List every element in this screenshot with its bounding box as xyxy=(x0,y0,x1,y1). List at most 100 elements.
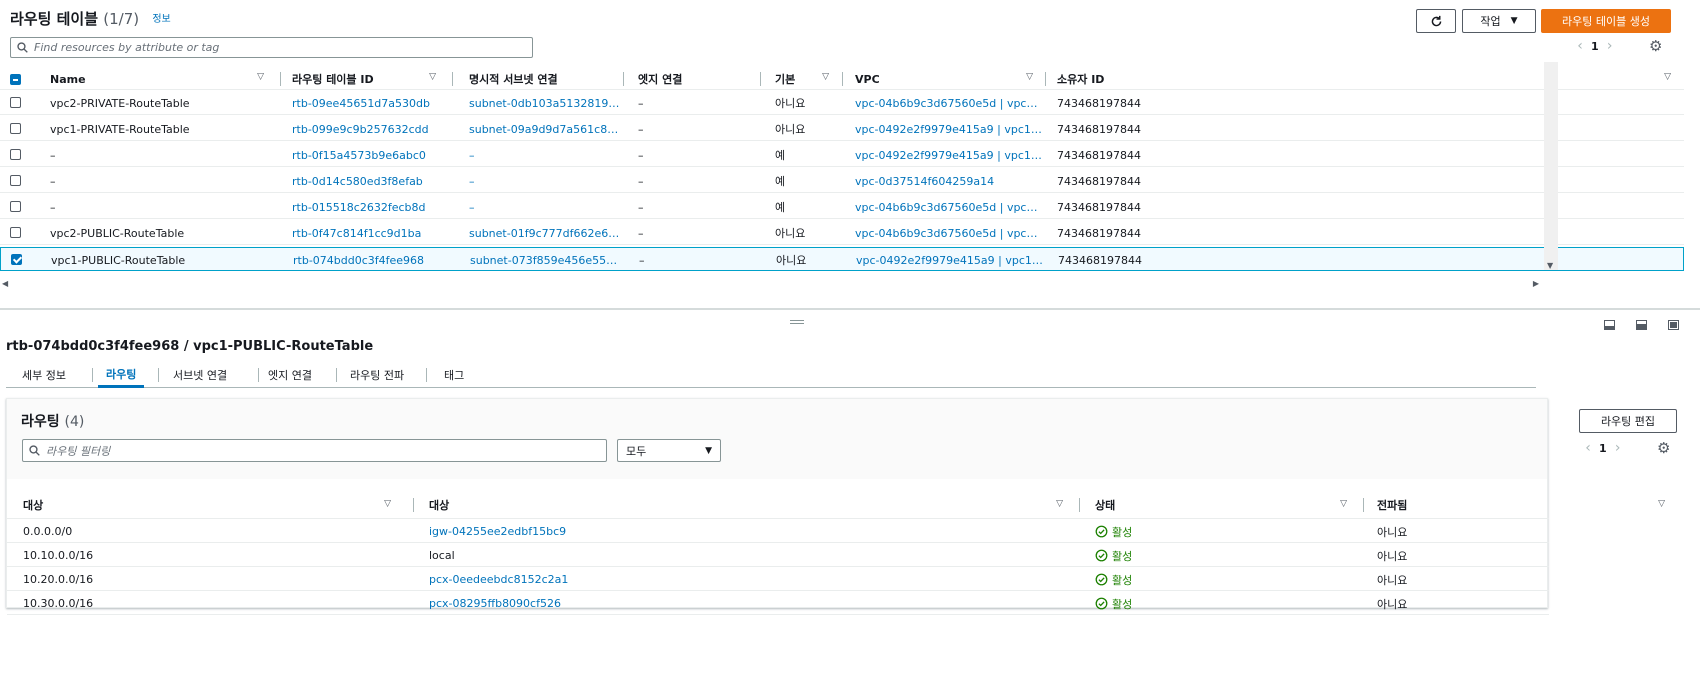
cell-owner: 743468197844 xyxy=(1057,148,1141,162)
route-filter-input[interactable]: 라우팅 필터링 xyxy=(22,439,607,462)
col-header-name[interactable]: Name ▽ xyxy=(50,68,276,90)
cell-vpc[interactable]: vpc-0492e2f9979e415a9 | vpc1… xyxy=(855,117,1043,141)
row-checkbox[interactable] xyxy=(10,149,21,160)
cell-id[interactable]: rtb-015518c2632fecb8d xyxy=(292,195,448,219)
sort-icon: ▽ xyxy=(257,72,264,82)
cell-subnet[interactable]: – xyxy=(469,195,619,219)
settings-gear-icon[interactable]: ⚙ xyxy=(1657,439,1670,457)
col-header-destination[interactable]: 대상 ▽ xyxy=(23,491,403,519)
prev-page-icon[interactable]: ‹ xyxy=(1569,38,1591,54)
cell-vpc[interactable]: vpc-04b6b9c3d67560e5d | vpc… xyxy=(855,91,1043,115)
table-row[interactable]: – rtb-0f15a4573b9e6abc0– – 예 vpc-0492e2f9979… xyxy=(0,143,1684,167)
cell-vpc[interactable]: vpc-04b6b9c3d67560e5d | vpc… xyxy=(855,195,1043,219)
col-header-target[interactable]: 대상 ▽ xyxy=(429,491,1075,519)
cell-target[interactable]: pcx-08295ffb8090cf526 xyxy=(429,592,1069,615)
prev-page-icon[interactable]: ‹ xyxy=(1577,440,1599,456)
cell-propagated: 아니요 xyxy=(1377,525,1408,539)
view-full-icon[interactable] xyxy=(1668,320,1679,330)
cell-id[interactable]: rtb-074bdd0c3f4fee968 xyxy=(293,248,449,272)
table-row[interactable]: – rtb-015518c2632fecb8d – – 예 vpc-04b6b9c3d67… xyxy=(0,195,1684,219)
cell-subnet[interactable]: – xyxy=(469,169,619,193)
routes-table: 대상 ▽ 대상 ▽ 상태 ▽ 전파됨 ▽ 0.0.0.0/0 igw-04255ee2ed… xyxy=(7,491,1665,615)
tab-details[interactable]: 세부 정보 xyxy=(22,362,66,387)
resource-search-input[interactable]: Find resources by attribute or tag xyxy=(10,37,533,58)
cell-status: 활성 xyxy=(1095,568,1355,591)
cell-vpc[interactable]: vpc-0492e2f9979e415a9 | vpc1… xyxy=(856,248,1044,272)
row-checkbox[interactable] xyxy=(11,254,22,265)
resize-grip-icon[interactable] xyxy=(790,320,804,324)
cell-id[interactable]: rtb-099e9c9b257632cdd xyxy=(292,117,448,141)
info-link[interactable]: 정보 xyxy=(152,14,170,25)
cell-owner: 743468197844 xyxy=(1058,253,1142,267)
cell-name: vpc1-PUBLIC-RouteTable xyxy=(51,253,186,267)
table-vertical-scrollbar[interactable]: ▼ xyxy=(1544,62,1558,270)
table-row[interactable]: vpc1-PUBLIC-RouteTable rtb-074bdd0c3f4fee… xyxy=(0,247,1684,271)
pagination: ‹ 1 › xyxy=(1569,38,1621,54)
tab-edge-associations[interactable]: 엣지 연결 xyxy=(268,362,312,387)
row-checkbox[interactable] xyxy=(10,123,21,134)
cell-owner: 743468197844 xyxy=(1057,226,1141,240)
refresh-button[interactable] xyxy=(1416,9,1456,33)
row-checkbox[interactable] xyxy=(10,97,21,108)
scroll-down-icon[interactable]: ▼ xyxy=(1547,261,1553,270)
settings-gear-icon[interactable]: ⚙ xyxy=(1649,37,1662,55)
tab-tags[interactable]: 태그 xyxy=(444,362,464,387)
table-row[interactable]: vpc1-PRIVATE-RouteTable rtb-099e9c9b25763… xyxy=(0,117,1684,141)
table-row[interactable]: – rtb-0d14c580ed3f8efab – – 예 vpc-0d37514f604… xyxy=(0,169,1684,193)
col-header-main[interactable]: 기본 ▽ xyxy=(775,68,841,90)
cell-subnet[interactable]: – xyxy=(469,143,619,167)
next-page-icon[interactable]: › xyxy=(1607,440,1629,456)
table-row[interactable]: vpc2-PUBLIC-RouteTable rtb-0f47c814f1cc9d… xyxy=(0,221,1684,245)
current-page[interactable]: 1 xyxy=(1591,40,1599,53)
cell-main: 예 xyxy=(775,201,786,214)
cell-id[interactable]: rtb-0f47c814f1cc9d1ba xyxy=(292,221,448,245)
cell-subnet[interactable]: subnet-09a9d9d7a561c8… xyxy=(469,117,619,141)
cell-vpc[interactable]: vpc-0d37514f604259a14 xyxy=(855,169,1043,193)
col-header-vpc[interactable]: VPC ▽ xyxy=(855,68,1045,90)
create-label: 라우팅 테이블 생성 xyxy=(1562,15,1650,28)
table-row[interactable]: vpc2-PRIVATE-RouteTable rtb-09ee45651d7a5… xyxy=(0,91,1684,115)
tab-routes[interactable]: 라우팅 xyxy=(98,362,145,388)
create-route-table-button[interactable]: 라우팅 테이블 생성 xyxy=(1541,9,1671,33)
route-filter-select[interactable]: 모두 ▼ xyxy=(617,439,721,462)
row-checkbox[interactable] xyxy=(10,175,21,186)
col-header-propagated[interactable]: 전파됨 ▽ xyxy=(1377,491,1677,519)
cell-vpc[interactable]: vpc-04b6b9c3d67560e5d | vpc… xyxy=(855,221,1043,245)
scroll-left-icon[interactable]: ◀ xyxy=(2,279,8,288)
status-text: 활성 xyxy=(1112,573,1133,587)
routes-title: 라우팅 (4) xyxy=(21,414,85,430)
select-all-checkbox[interactable] xyxy=(10,74,21,85)
actions-button[interactable]: 작업 ▼ xyxy=(1462,9,1536,33)
cell-id[interactable]: rtb-0f15a4573b9e6abc0 xyxy=(292,143,448,167)
col-header-id[interactable]: 라우팅 테이블 ID ▽ xyxy=(292,68,448,90)
cell-target[interactable]: pcx-0eedeebdc8152c2a1 xyxy=(429,568,1069,591)
cell-name: vpc2-PRIVATE-RouteTable xyxy=(50,96,190,110)
caret-down-icon: ▼ xyxy=(705,445,712,456)
view-bottom-icon[interactable] xyxy=(1604,320,1615,330)
col-header-status[interactable]: 상태 ▽ xyxy=(1095,491,1359,519)
cell-subnet[interactable]: subnet-0db103a5132819… xyxy=(469,91,619,115)
cell-subnet[interactable]: subnet-073f859e456e55… xyxy=(470,248,620,272)
scroll-right-icon[interactable]: ▶ xyxy=(1533,279,1539,288)
tab-route-propagation[interactable]: 라우팅 전파 xyxy=(350,362,404,387)
panel-splitter[interactable] xyxy=(0,308,1700,310)
table-horizontal-scrollbar[interactable]: ◀ ▶ xyxy=(0,279,1543,291)
cell-id[interactable]: rtb-0d14c580ed3f8efab xyxy=(292,169,448,193)
tab-subnet-associations[interactable]: 서브넷 연결 xyxy=(173,362,227,387)
next-page-icon[interactable]: › xyxy=(1599,38,1621,54)
cell-edge: – xyxy=(638,148,644,162)
row-checkbox[interactable] xyxy=(10,227,21,238)
col-header-subnet[interactable]: 명시적 서브넷 연결 xyxy=(469,68,619,90)
view-split-icon[interactable] xyxy=(1636,320,1647,330)
cell-target[interactable]: igw-04255ee2edbf15bc9 xyxy=(429,520,1069,543)
edit-routes-button[interactable]: 라우팅 편집 xyxy=(1579,409,1677,433)
cell-id[interactable]: rtb-09ee45651d7a530db xyxy=(292,91,448,115)
current-page[interactable]: 1 xyxy=(1599,442,1607,455)
cell-vpc[interactable]: vpc-0492e2f9979e415a9 | vpc1… xyxy=(855,143,1043,167)
selection-count: (1/7) xyxy=(103,10,140,28)
col-header-owner[interactable]: 소유자 ID ▽ xyxy=(1057,68,1683,90)
cell-subnet[interactable]: subnet-01f9c777df662e6… xyxy=(469,221,619,245)
col-header-edge[interactable]: 엣지 연결 xyxy=(638,68,758,90)
row-checkbox[interactable] xyxy=(10,201,21,212)
cell-owner: 743468197844 xyxy=(1057,96,1141,110)
